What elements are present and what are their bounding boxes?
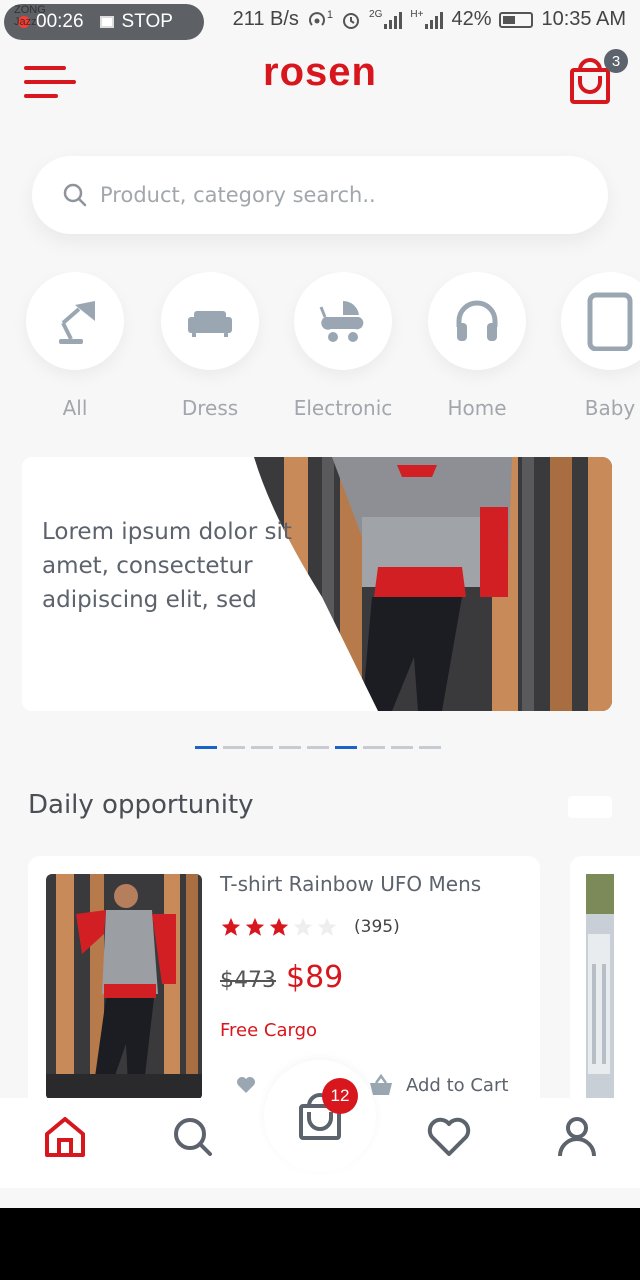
- tablet-icon: [587, 292, 633, 351]
- status-indicators: 211 B/s 1 2G H+ 42% 10:35 AM: [233, 8, 626, 31]
- network-type-2: H+: [410, 9, 424, 20]
- promo-banner[interactable]: Lorem ipsum dolor sit amet, consectetur …: [22, 457, 612, 711]
- category-label: Baby: [584, 396, 636, 420]
- section-title-daily: Daily opportunity: [28, 790, 254, 820]
- category-baby[interactable]: Baby: [543, 272, 640, 420]
- banner-text: Lorem ipsum dolor sit amet, consectetur …: [42, 519, 292, 613]
- cart-badge: 12: [322, 1078, 358, 1114]
- signal-icon-2: [425, 11, 444, 29]
- carrier-bottom: Jazz: [14, 16, 37, 28]
- cart-count-badge: 3: [604, 49, 628, 73]
- next-product-image: [586, 874, 614, 1100]
- hotspot-superscript: 1: [326, 8, 334, 21]
- star-empty-icon: [317, 917, 337, 936]
- star-filled-icon: [245, 917, 265, 936]
- product-photo: [46, 874, 202, 1100]
- product-title: T-shirt Rainbow UFO Mens: [220, 872, 482, 896]
- carrier-names: ZONG Jazz: [14, 4, 46, 28]
- hotspot-icon: [309, 11, 325, 26]
- status-bar: 00:26 STOP ZONG Jazz 211 B/s 1 2G H+ 42%…: [0, 0, 640, 44]
- search-icon[interactable]: [170, 1114, 216, 1160]
- carrier-top: ZONG: [14, 4, 46, 16]
- pager-dot[interactable]: [391, 746, 413, 749]
- alarm-icon: [343, 12, 360, 29]
- stop-icon: [99, 16, 114, 28]
- category-label: Electronic: [293, 396, 393, 420]
- star-filled-icon: [269, 917, 289, 936]
- price-row: $473 $89: [220, 960, 343, 995]
- next-product-card[interactable]: [570, 856, 640, 1116]
- headphones-icon: [456, 300, 498, 341]
- app-header: rosen: [0, 44, 640, 124]
- current-price: $89: [286, 960, 344, 995]
- add-to-cart-label: Add to Cart: [406, 1074, 509, 1096]
- stop-label[interactable]: STOP: [122, 11, 173, 33]
- basket-icon: [370, 1074, 392, 1095]
- search-bar[interactable]: [32, 156, 608, 234]
- desk-lamp-icon: [59, 301, 95, 344]
- see-all-button[interactable]: [568, 796, 612, 818]
- system-nav-bar: [0, 1208, 640, 1280]
- category-electronic[interactable]: Electronic: [276, 272, 410, 420]
- category-circle: [161, 272, 259, 370]
- star-empty-icon: [293, 917, 313, 936]
- category-circle: [26, 272, 124, 370]
- review-count: (395): [354, 917, 400, 937]
- pager-dot[interactable]: [335, 746, 357, 749]
- category-circle: [561, 272, 640, 370]
- category-list: All Dress Electronic Home Baby: [0, 272, 640, 432]
- category-label: All: [62, 396, 88, 420]
- pager-dot[interactable]: [363, 746, 385, 749]
- category-dress[interactable]: Dress: [143, 272, 277, 420]
- category-label: Dress: [181, 396, 239, 420]
- home-icon[interactable]: [42, 1114, 88, 1160]
- category-circle: [428, 272, 526, 370]
- category-all[interactable]: All: [8, 272, 142, 420]
- signal-icon: [384, 11, 403, 29]
- pager-dot[interactable]: [195, 746, 217, 749]
- search-icon: [63, 183, 87, 207]
- category-home[interactable]: Home: [410, 272, 544, 420]
- star-filled-icon: [221, 917, 241, 936]
- shipping-label: Free Cargo: [220, 1020, 318, 1041]
- product-rating: (395): [220, 916, 400, 938]
- battery-percent: 42%: [451, 8, 492, 30]
- search-input[interactable]: [100, 183, 540, 207]
- next-product-photo: [586, 874, 614, 1100]
- stroller-icon: [319, 300, 364, 342]
- pager-dot[interactable]: [223, 746, 245, 749]
- star-row: [220, 916, 338, 938]
- pager-dot[interactable]: [279, 746, 301, 749]
- nav-bottom-strip: [0, 1188, 640, 1210]
- category-label: Home: [447, 396, 507, 420]
- profile-icon[interactable]: [554, 1114, 600, 1160]
- sofa-icon: [188, 311, 232, 337]
- product-image: [46, 874, 202, 1100]
- pager-dot[interactable]: [251, 746, 273, 749]
- cart-nav-button[interactable]: [264, 1060, 376, 1172]
- battery-icon: [499, 11, 534, 28]
- network-type-1: 2G: [369, 9, 383, 20]
- heart-icon[interactable]: [426, 1114, 472, 1160]
- heart-icon: [237, 1077, 255, 1093]
- net-speed: 211 B/s: [232, 8, 299, 30]
- app-logo: rosen: [263, 50, 377, 94]
- banner-pager: [195, 746, 441, 749]
- clock: 10:35 AM: [541, 8, 626, 30]
- pager-dot[interactable]: [307, 746, 329, 749]
- old-price: $473: [220, 968, 276, 993]
- category-circle: [294, 272, 392, 370]
- pager-dot[interactable]: [419, 746, 441, 749]
